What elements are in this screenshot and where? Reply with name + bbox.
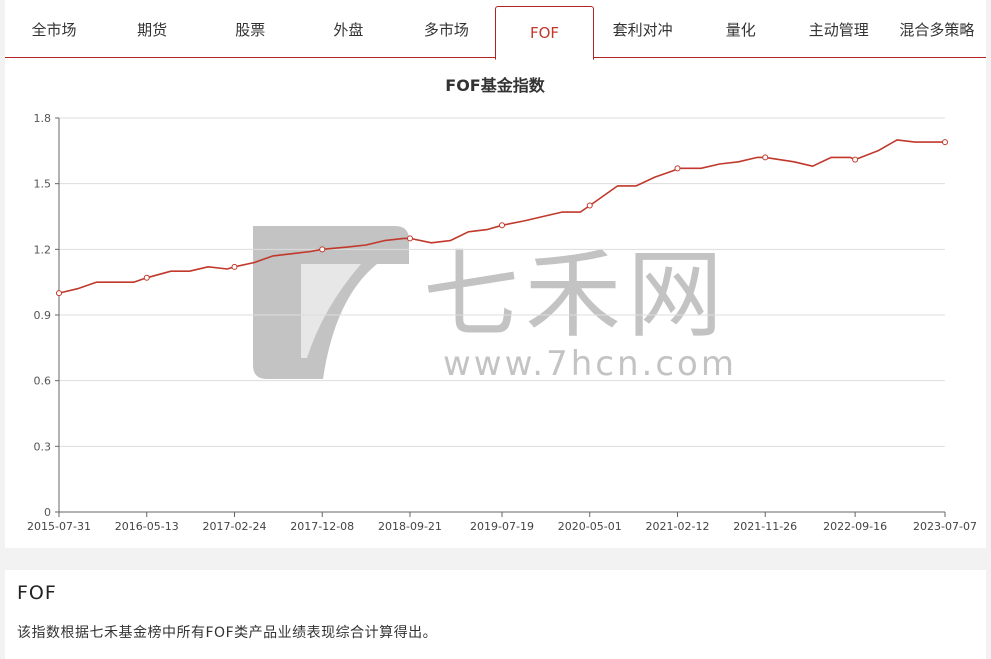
data-point	[762, 154, 769, 161]
index-info: FOF 该指数根据七禾基金榜中所有FOF类产品业绩表现综合计算得出。	[5, 570, 986, 659]
y-tick-label: 0.9	[34, 309, 52, 322]
x-tick-label: 2021-11-26	[733, 520, 797, 533]
x-tick-label: 2016-05-13	[115, 520, 179, 533]
chart-title: FOF基金指数	[445, 76, 545, 95]
x-tick-label: 2015-07-31	[27, 520, 91, 533]
data-point	[231, 263, 238, 270]
watermark-brand: 七禾网	[423, 239, 729, 351]
x-tick-label: 2021-02-12	[646, 520, 710, 533]
y-tick-label: 1.5	[34, 178, 52, 191]
data-point	[56, 290, 62, 297]
x-tick-label: 2022-09-16	[823, 520, 887, 533]
market-tabs: 全市场 期货 股票 外盘 多市场 FOF 套利对冲 量化 主动管理 混合多策略	[5, 0, 986, 60]
x-tick-label: 2017-02-24	[203, 520, 267, 533]
data-point	[143, 274, 150, 281]
x-tick-label: 2020-05-01	[558, 520, 622, 533]
chart-area: FOF基金指数七禾网 www.7hcn.com 0 0.3 0.6 0.9 1.2 1.5 1.…	[5, 58, 986, 548]
y-tick-label: 0.3	[34, 440, 52, 453]
x-tick-label: 2018-09-21	[378, 520, 442, 533]
index-description: 该指数根据七禾基金榜中所有FOF类产品业绩表现综合计算得出。	[17, 625, 438, 641]
tab-9[interactable]: 混合多策略	[888, 0, 986, 58]
index-panel: 全市场 期货 股票 外盘 多市场 FOF 套利对冲 量化 主动管理 混合多策略 FOF基金指数七禾…	[5, 0, 986, 548]
data-point	[586, 202, 593, 209]
tab-2[interactable]: 股票	[201, 0, 299, 58]
y-tick-label: 0	[44, 506, 51, 519]
data-point	[319, 246, 326, 253]
y-tick-label: 1.2	[34, 243, 52, 256]
watermark-url: www.7hcn.com	[443, 344, 737, 384]
data-point	[674, 165, 681, 172]
tab-0[interactable]: 全市场	[5, 0, 103, 58]
data-point	[942, 139, 948, 146]
fof-index-chart: FOF基金指数七禾网www.7hcn.com 0 0.3 0.6 0.9 1.2 1.5 1.…	[27, 76, 977, 533]
data-point	[406, 235, 413, 242]
tab-7[interactable]: 量化	[692, 0, 790, 58]
tab-8[interactable]: 主动管理	[790, 0, 888, 58]
x-tick-label: 2017-12-08	[290, 520, 354, 533]
data-point	[499, 222, 505, 229]
y-tick-label: 1.8	[34, 112, 52, 125]
tab-1[interactable]: 期货	[103, 0, 201, 58]
x-tick-label: 2019-07-19	[470, 520, 534, 533]
index-name: FOF	[17, 582, 57, 604]
data-point	[852, 156, 859, 163]
tab-5[interactable]: FOF	[495, 6, 594, 60]
x-tick-label: 2023-07-07	[913, 520, 977, 533]
y-tick-label: 0.6	[34, 375, 52, 388]
tab-3[interactable]: 外盘	[299, 0, 397, 58]
tab-6[interactable]: 套利对冲	[594, 0, 692, 58]
tab-4[interactable]: 多市场	[397, 0, 495, 58]
